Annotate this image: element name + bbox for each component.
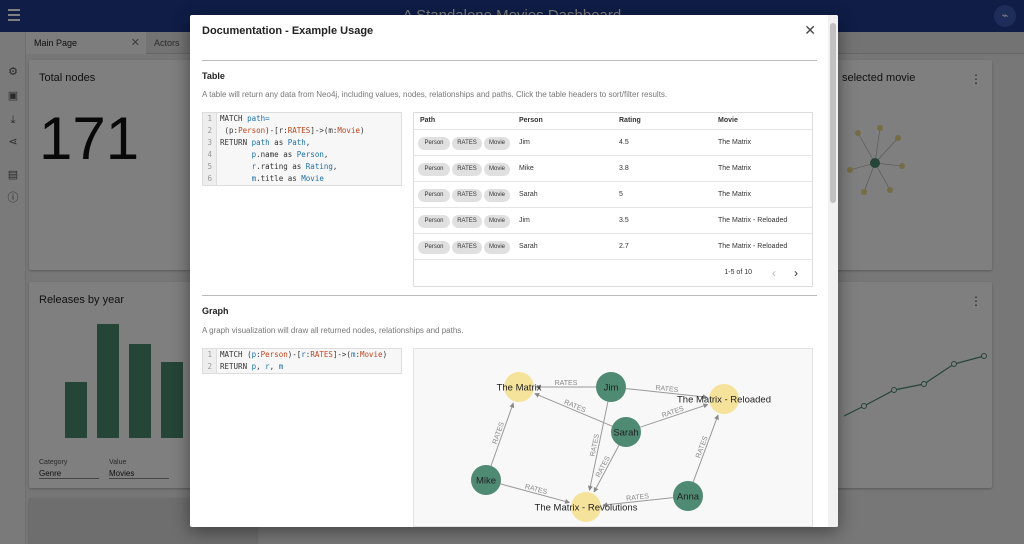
code-line: 1 MATCH (p:Person)-[r:RATES]->(m:Movie) (203, 349, 401, 361)
close-modal-button[interactable]: ✕ (804, 23, 816, 37)
documentation-modal: Documentation - Example Usage ✕ Table A … (190, 15, 838, 527)
edge-label: RATES (492, 421, 506, 445)
node-label: The Matrix (497, 383, 542, 394)
table-pagination: 1-5 of 10 ‹ › (414, 259, 812, 287)
path-chip[interactable]: Person (418, 215, 450, 228)
rating-cell: 3.5 (619, 217, 629, 224)
path-chip[interactable]: Movie (484, 241, 510, 254)
movie-cell: The Matrix (718, 191, 752, 198)
path-chip[interactable]: Movie (484, 189, 510, 202)
person-cell: Sarah (519, 191, 538, 198)
node-label: Sarah (613, 428, 638, 439)
person-cell: Jim (519, 217, 530, 224)
path-chip[interactable]: RATES (452, 241, 482, 254)
edge-label: RATES (563, 399, 587, 414)
edge-label: RATES (555, 380, 578, 387)
code-line: 4 p.name as Person, (203, 149, 401, 161)
path-chip[interactable]: RATES (452, 137, 482, 150)
path-chip[interactable]: RATES (452, 215, 482, 228)
edge-label: RATES (655, 385, 679, 394)
node-label: The Matrix - Reloaded (677, 395, 771, 406)
code-line: 5 r.rating as Rating, (203, 161, 401, 173)
person-cell: Mike (519, 165, 534, 172)
movie-cell: The Matrix - Reloaded (718, 243, 788, 250)
edge-label: RATES (695, 435, 710, 459)
pagination-range: 1-5 of 10 (724, 269, 752, 276)
path-chip[interactable]: Person (418, 163, 450, 176)
column-header-movie[interactable]: Movie (718, 113, 738, 129)
path-cell: Person RATES Movie (414, 182, 514, 208)
section-divider (202, 295, 817, 296)
node-label: Mike (476, 476, 496, 487)
chevron-left-icon[interactable]: ‹ (772, 266, 776, 280)
path-chip[interactable]: Person (418, 241, 450, 254)
person-cell: Sarah (519, 243, 538, 250)
table-section-title: Table (202, 71, 225, 81)
node-label: Anna (677, 492, 700, 503)
person-cell: Jim (519, 139, 530, 146)
table-section-description: A table will return any data from Neo4j,… (202, 90, 668, 99)
movie-cell: The Matrix - Reloaded (718, 217, 788, 224)
edge-label: RATES (626, 493, 650, 502)
table-row: Person RATES Movie Sarah 2.7 The Matrix - Rel… (414, 233, 812, 259)
table-row: Person RATES Movie Sarah 5 The Matrix (414, 181, 812, 207)
table-row: Person RATES Movie Jim 3.5 The Matrix - Reloa… (414, 207, 812, 233)
path-chip[interactable]: Movie (484, 215, 510, 228)
code-line: 2 (p:Person)-[r:RATES]->(m:Movie) (203, 125, 401, 137)
graph-query-code: 1 MATCH (p:Person)-[r:RATES]->(m:Movie) 2… (202, 348, 402, 374)
table-row: Person RATES Movie Mike 3.8 The Matrix (414, 155, 812, 181)
path-cell: Person RATES Movie (414, 234, 514, 260)
modal-title: Documentation - Example Usage (202, 25, 374, 37)
graph-canvas[interactable]: RATES RATES RATES RATES RATES RATES RATES RATES… (414, 349, 813, 527)
node-label: The Matrix - Revolutions (535, 503, 638, 514)
results-table: Path Person Rating Movie Person RATES Movi… (413, 112, 813, 287)
column-header-path[interactable]: Path (420, 113, 435, 129)
path-chip[interactable]: Person (418, 189, 450, 202)
path-chip[interactable]: Person (418, 137, 450, 150)
code-line: 3 RETURN path as Path, (203, 137, 401, 149)
rating-cell: 3.8 (619, 165, 629, 172)
edge-label: RATES (524, 484, 548, 497)
movie-cell: The Matrix (718, 165, 752, 172)
scrollbar-thumb[interactable] (830, 23, 836, 203)
graph-section-title: Graph (202, 306, 229, 316)
path-chip[interactable]: Movie (484, 137, 510, 150)
edge-label: RATES (661, 405, 685, 419)
rating-cell: 2.7 (619, 243, 629, 250)
path-cell: Person RATES Movie (414, 208, 514, 234)
path-chip[interactable]: RATES (452, 163, 482, 176)
code-line: 2 RETURN p, r, m (203, 361, 401, 373)
chevron-right-icon[interactable]: › (794, 266, 798, 280)
modal-header: Documentation - Example Usage ✕ (190, 15, 838, 47)
section-divider (202, 60, 817, 61)
movie-cell: The Matrix (718, 139, 752, 146)
column-header-rating[interactable]: Rating (619, 113, 641, 129)
graph-visualization[interactable]: RATES RATES RATES RATES RATES RATES RATES RATES… (413, 348, 813, 527)
rating-cell: 4.5 (619, 139, 629, 146)
rating-cell: 5 (619, 191, 623, 198)
path-cell: Person RATES Movie (414, 156, 514, 182)
path-cell: Person RATES Movie (414, 130, 514, 156)
node-label: Jim (604, 383, 619, 394)
path-chip[interactable]: RATES (452, 189, 482, 202)
table-row: Person RATES Movie Jim 4.5 The Matrix (414, 129, 812, 155)
path-chip[interactable]: Movie (484, 163, 510, 176)
graph-section-description: A graph visualization will draw all retu… (202, 326, 464, 335)
table-query-code: 1 MATCH path= 2 (p:Person)-[r:RATES]->(m:… (202, 112, 402, 186)
code-line: 1 MATCH path= (203, 113, 401, 125)
code-line: 6 m.title as Movie (203, 173, 401, 185)
column-header-person[interactable]: Person (519, 113, 543, 129)
modal-scrollbar[interactable] (828, 15, 838, 527)
